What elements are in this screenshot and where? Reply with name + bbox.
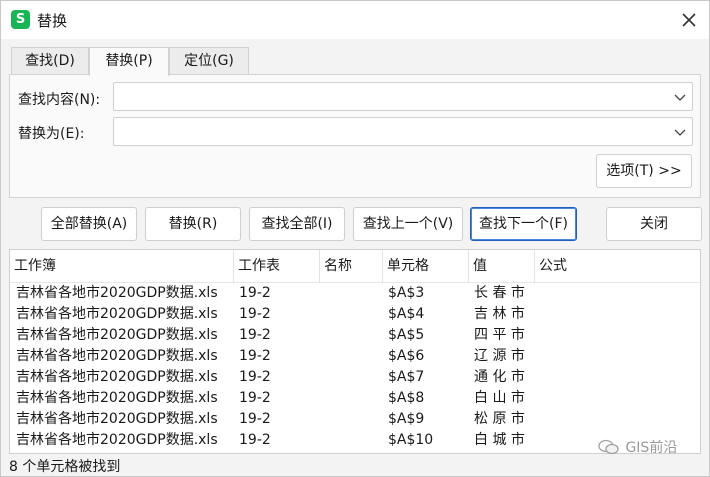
cell-workbook: 吉林省各地市2020GDP数据.xls xyxy=(16,306,218,322)
cell-value: 白 山 市 xyxy=(474,390,525,406)
table-row[interactable]: 吉林省各地市2020GDP数据.xls 19-2 $A$5 四 平 市 xyxy=(10,325,700,346)
watermark-text: GIS前沿 xyxy=(625,440,678,456)
cell-formula xyxy=(537,367,540,388)
cell-formula xyxy=(537,346,540,367)
cell-workbook: 吉林省各地市2020GDP数据.xls xyxy=(16,411,218,427)
cell-cell: $A$5 xyxy=(388,327,425,343)
cell-sheet: 19-2 xyxy=(239,306,271,322)
cell-value: 四 平 市 xyxy=(474,327,525,343)
cell-formula xyxy=(537,430,540,451)
cell-name xyxy=(322,325,325,346)
cell-name xyxy=(322,409,325,430)
cell-value: 松 原 市 xyxy=(474,411,525,427)
cell-cell: $A$3 xyxy=(388,285,425,301)
cell-workbook: 吉林省各地市2020GDP数据.xls xyxy=(16,369,218,385)
table-row[interactable]: 吉林省各地市2020GDP数据.xls 19-2 $A$8 白 山 市 xyxy=(10,388,700,409)
table-row[interactable]: 吉林省各地市2020GDP数据.xls 19-2 $A$4 吉 林 市 xyxy=(10,304,700,325)
results-table[interactable]: 工作簿 工作表 名称 单元格 值 公式 吉林省各地市2020GDP数据.xls 1… xyxy=(9,249,701,454)
cell-value: 通 化 市 xyxy=(474,369,525,385)
find-prev-button[interactable]: 查找上一个(V) xyxy=(353,207,463,241)
tab-replace[interactable]: 替换(P) xyxy=(89,47,169,76)
wechat-icon xyxy=(598,439,619,455)
cell-cell: $A$9 xyxy=(388,411,425,427)
replace-button[interactable]: 替换(R) xyxy=(145,207,241,241)
cell-sheet: 19-2 xyxy=(239,411,271,427)
cell-workbook: 吉林省各地市2020GDP数据.xls xyxy=(16,285,218,301)
cell-workbook: 吉林省各地市2020GDP数据.xls xyxy=(16,390,218,406)
cell-workbook: 吉林省各地市2020GDP数据.xls xyxy=(16,327,218,343)
close-icon[interactable] xyxy=(675,6,703,34)
cell-cell: $A$10 xyxy=(388,432,434,448)
cell-cell: $A$4 xyxy=(388,306,425,322)
chevron-down-icon[interactable] xyxy=(674,127,686,137)
find-input[interactable] xyxy=(114,83,664,110)
cell-value: 辽 源 市 xyxy=(474,348,525,364)
cell-sheet: 19-2 xyxy=(239,348,271,364)
cell-cell: $A$7 xyxy=(388,369,425,385)
cell-workbook: 吉林省各地市2020GDP数据.xls xyxy=(16,348,218,364)
replace-combo[interactable] xyxy=(113,117,693,146)
find-next-button[interactable]: 查找下一个(F) xyxy=(470,207,577,241)
column-header-name[interactable]: 名称 xyxy=(320,250,383,283)
find-all-button[interactable]: 查找全部(I) xyxy=(249,207,345,241)
status-text: 8 个单元格被找到 xyxy=(9,459,121,475)
cell-name xyxy=(322,388,325,409)
title-bar: S 替换 xyxy=(1,1,709,39)
replace-input[interactable] xyxy=(114,118,664,145)
tab-find[interactable]: 查找(D) xyxy=(11,47,89,75)
tab-goto[interactable]: 定位(G) xyxy=(169,47,249,75)
cell-name xyxy=(322,430,325,451)
cell-name xyxy=(322,283,325,304)
cell-formula xyxy=(537,409,540,430)
cell-cell: $A$6 xyxy=(388,348,425,364)
replace-panel: 查找内容(N): 替换为(E): 选项(T) >> xyxy=(9,74,701,198)
replace-dialog: S 替换 查找(D) 替换(P) 定位(G) 查找内容(N): 替换为(E): … xyxy=(0,0,710,477)
cell-sheet: 19-2 xyxy=(239,390,271,406)
column-header-value[interactable]: 值 xyxy=(469,250,535,283)
find-combo[interactable] xyxy=(113,82,693,111)
table-row[interactable]: 吉林省各地市2020GDP数据.xls 19-2 $A$3 长 春 市 xyxy=(10,283,700,304)
cell-formula xyxy=(537,325,540,346)
find-label: 查找内容(N): xyxy=(18,92,101,108)
chevron-down-icon[interactable] xyxy=(674,92,686,102)
replace-label: 替换为(E): xyxy=(18,126,85,142)
close-button[interactable]: 关闭 xyxy=(606,207,702,241)
table-row[interactable]: 吉林省各地市2020GDP数据.xls 19-2 $A$7 通 化 市 xyxy=(10,367,700,388)
table-row[interactable]: 吉林省各地市2020GDP数据.xls 19-2 $A$9 松 原 市 xyxy=(10,409,700,430)
cell-formula xyxy=(537,304,540,325)
column-header-sheet[interactable]: 工作表 xyxy=(234,250,320,283)
cell-cell: $A$8 xyxy=(388,390,425,406)
cell-value: 长 春 市 xyxy=(474,285,525,301)
cell-formula xyxy=(537,283,540,304)
table-row[interactable]: 吉林省各地市2020GDP数据.xls 19-2 $A$6 辽 源 市 xyxy=(10,346,700,367)
watermark: GIS前沿 xyxy=(597,437,677,457)
cell-name xyxy=(322,304,325,325)
cell-workbook: 吉林省各地市2020GDP数据.xls xyxy=(16,432,218,448)
cell-formula xyxy=(537,388,540,409)
cell-value: 吉 林 市 xyxy=(474,306,525,322)
window-title: 替换 xyxy=(37,12,68,30)
results-header: 工作簿 工作表 名称 单元格 值 公式 xyxy=(10,250,700,283)
cell-sheet: 19-2 xyxy=(239,369,271,385)
column-header-cell[interactable]: 单元格 xyxy=(383,250,469,283)
cell-sheet: 19-2 xyxy=(239,432,271,448)
column-header-formula[interactable]: 公式 xyxy=(535,250,700,283)
app-logo-icon: S xyxy=(11,10,30,29)
options-button[interactable]: 选项(T) >> xyxy=(596,154,692,188)
cell-name xyxy=(322,367,325,388)
cell-value: 白 城 市 xyxy=(474,432,525,448)
replace-all-button[interactable]: 全部替换(A) xyxy=(41,207,137,241)
cell-sheet: 19-2 xyxy=(239,327,271,343)
cell-name xyxy=(322,346,325,367)
cell-sheet: 19-2 xyxy=(239,285,271,301)
column-header-workbook[interactable]: 工作簿 xyxy=(10,250,234,283)
